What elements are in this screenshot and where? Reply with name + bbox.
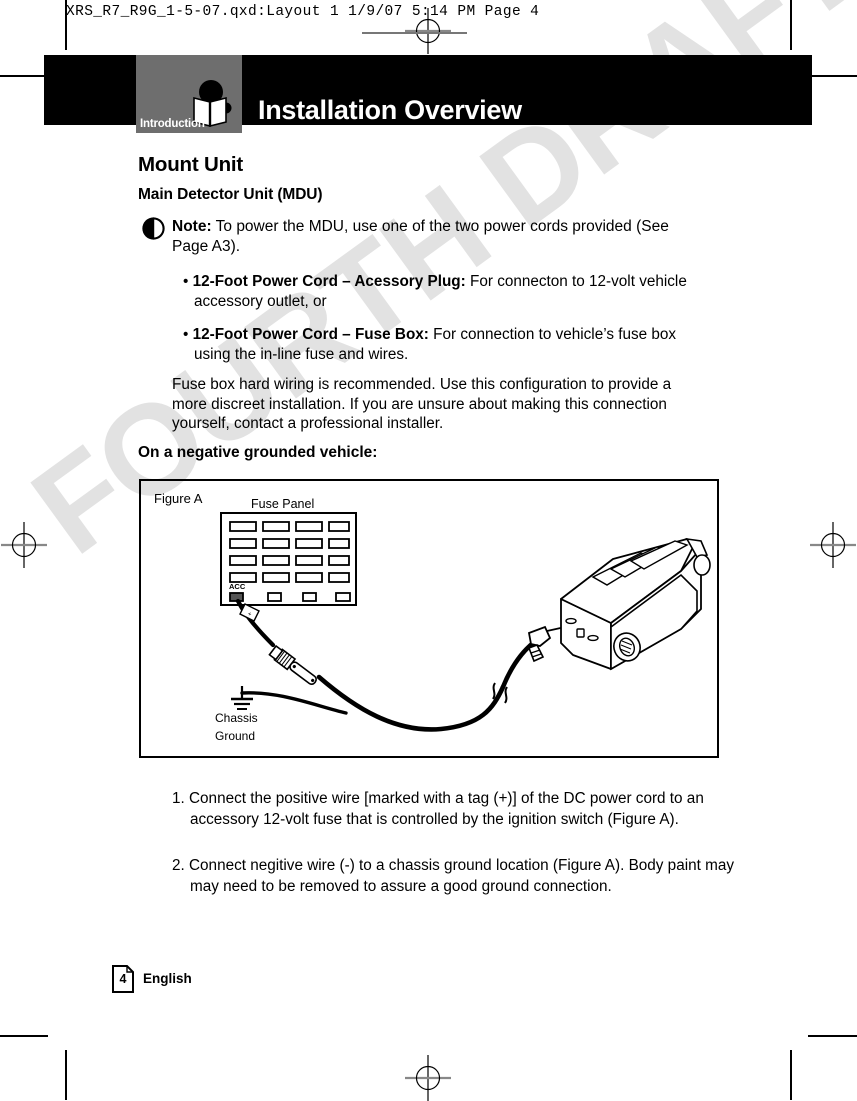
page-content: Introduction Installation Overview Mount… (0, 0, 857, 1100)
svg-text:ACC: ACC (229, 582, 246, 591)
note-label: Note: (172, 218, 212, 235)
chassis-ground-label-line1: Chassis (215, 711, 258, 725)
fuse-panel-label: Fuse Panel (251, 497, 315, 511)
page-title: Installation Overview (258, 95, 522, 125)
chapter-tab-label: Introduction (140, 118, 205, 130)
bullet-bold-label: 12-Foot Power Cord – Acessory Plug: (192, 273, 466, 290)
footer-page-number: 4 (119, 972, 127, 986)
subsection-heading-negative-ground: On a negative grounded vehicle: (138, 444, 378, 461)
note-text: Note: To power the MDU, use one of the t… (172, 217, 702, 256)
note-body: To power the MDU, use one of the two pow… (172, 218, 669, 255)
figure-a-container: ACC + Figure A Fuse Panel Chassis Ground (139, 479, 719, 758)
figure-caption: Figure A (154, 491, 203, 506)
mdu-device-illustration (560, 537, 711, 671)
list-item: 1. Connect the positive wire [marked wit… (172, 790, 704, 828)
bullet-bold-label: 12-Foot Power Cord – Fuse Box: (192, 326, 429, 343)
list-item: • 12-Foot Power Cord – Acessory Plug: Fo… (183, 273, 687, 310)
body-paragraph: Fuse box hard wiring is recommended. Use… (172, 376, 672, 432)
list-item: • 12-Foot Power Cord – Fuse Box: For con… (183, 326, 677, 363)
subsection-heading-mdu: Main Detector Unit (MDU) (138, 186, 323, 203)
footer-language-label: English (143, 971, 192, 986)
note-icon (142, 217, 165, 240)
chassis-ground-label-line2: Ground (215, 729, 256, 743)
chassis-ground-symbol (231, 686, 253, 710)
list-item: 2. Connect negitive wire (-) to a chassi… (172, 857, 735, 895)
section-heading-mount-unit: Mount Unit (138, 153, 244, 176)
